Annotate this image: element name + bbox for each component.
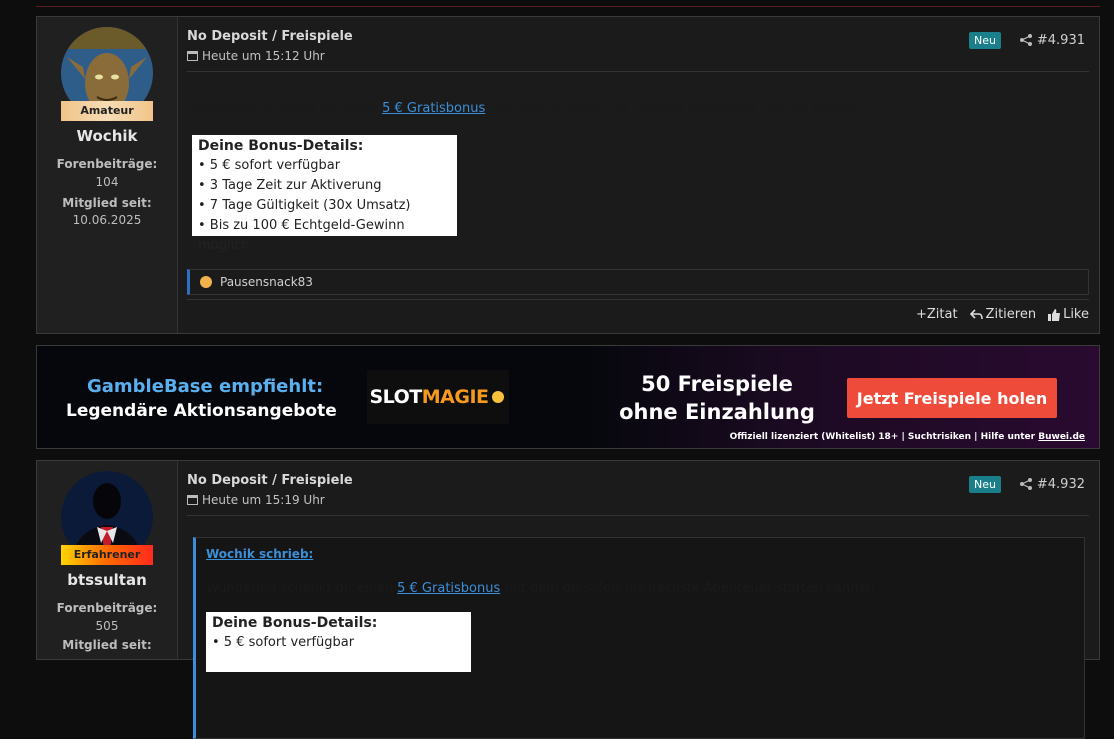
user-rank-badge: Amateur (61, 101, 153, 121)
disclaimer-text: Offiziell lizenziert (Whitelist) 18+ | S… (729, 432, 1039, 442)
reply-icon (969, 309, 983, 320)
divider (187, 71, 1089, 72)
posts-count-label: Forenbeiträge: (56, 157, 158, 171)
slotmagie-logo: SLOT MAGIE (367, 370, 509, 424)
bonus-link[interactable]: 5 € Gratisbonus (382, 101, 485, 116)
banner-headline: 50 Freispiele (641, 372, 793, 396)
like-label: Like (1063, 307, 1089, 322)
post-text-part: mit dem du sofort ins nächste Abenteuer … (485, 101, 861, 116)
bonus-details-box: Deine Bonus-Details: • 5 € sofort verfüg… (206, 612, 471, 672)
share-icon[interactable] (1019, 477, 1033, 491)
user-info-panel: Amateur Wochik Forenbeiträge: 104 Mitgli… (37, 17, 178, 333)
banner-recommend: GambleBase empfiehlt: (87, 376, 324, 397)
top-separator (36, 0, 1100, 7)
bonus-details-title: Deine Bonus-Details: (212, 615, 378, 631)
calendar-icon (187, 495, 198, 505)
buwei-link[interactable]: Buwei.de (1038, 432, 1085, 442)
forum-post: Erfahrener btssultan Forenbeiträge: 505 … (36, 460, 1100, 739)
username[interactable]: Wochik (37, 127, 177, 145)
bonus-item: • 5 € sofort verfügbar (198, 158, 341, 173)
bonus-item: • 7 Tage Gültigkeit (30x Umsatz) (198, 198, 411, 213)
member-since-value: 10.06.2025 (72, 213, 142, 227)
post-date-text: Heute um 15:12 Uhr (202, 49, 325, 63)
post-date-text: Heute um 15:19 Uhr (202, 493, 325, 507)
divider (187, 299, 1089, 300)
reply-label: Zitieren (985, 307, 1037, 322)
share-icon[interactable] (1019, 33, 1033, 47)
bonus-details-box: Deine Bonus-Details: • 5 € sofort verfüg… (192, 135, 457, 253)
reactions-bar[interactable]: Pausensnack83 (187, 269, 1089, 295)
posts-count-value: 505 (95, 619, 119, 633)
quote-author-link[interactable]: Wochik schrieb: (206, 547, 313, 561)
thumbs-up-icon (1048, 308, 1061, 321)
post-date[interactable]: Heute um 15:19 Uhr (187, 493, 325, 507)
reaction-user[interactable]: Pausensnack83 (220, 275, 313, 289)
post-actions: +Zitat Zitieren Like (916, 307, 1089, 322)
posts-count-label: Forenbeiträge: (56, 601, 158, 615)
bonus-link[interactable]: 5 € Gratisbonus (397, 581, 500, 596)
user-info-panel: Erfahrener btssultan Forenbeiträge: 505 … (37, 461, 178, 659)
post-title[interactable]: No Deposit / Freispiele (187, 473, 353, 488)
banner-subline: Legendäre Aktionsangebote (66, 401, 337, 421)
post-title[interactable]: No Deposit / Freispiele (187, 29, 353, 44)
divider (187, 515, 1089, 516)
member-since-label: Mitglied seit: (62, 196, 152, 210)
post-number-link[interactable]: #4.932 (1037, 477, 1085, 492)
logo-text: MAGIE (421, 386, 489, 408)
quote-text: Wunderino schenkt dir einen 5 € Gratisbo… (206, 581, 875, 596)
ad-banner[interactable]: GambleBase empfiehlt: Legendäre Aktionsa… (36, 345, 1100, 449)
quote-text-part: mit dem du sofort ins nächste Abenteuer … (500, 581, 876, 596)
posts-count-value: 104 (95, 175, 119, 189)
banner-headline: ohne Einzahlung (619, 400, 815, 424)
like-button[interactable]: Like (1048, 307, 1089, 322)
post-text-part: Wunderino schenkt dir einen (191, 101, 383, 116)
quote-block: Wochik schrieb: Wunderino schenkt dir ei… (193, 537, 1085, 739)
member-since-label: Mitglied seit: (62, 638, 152, 652)
post-date[interactable]: Heute um 15:12 Uhr (187, 49, 325, 63)
calendar-icon (187, 51, 198, 61)
user-rank-badge: Erfahrener (61, 545, 153, 565)
bonus-details-title: Deine Bonus-Details: (198, 138, 364, 154)
star-icon (491, 391, 504, 403)
bonus-item: • 5 € sofort verfügbar (212, 635, 355, 650)
bonus-item: • Bis zu 100 € Echtgeld-Gewinn möglich (198, 218, 405, 253)
forum-post: Amateur Wochik Forenbeiträge: 104 Mitgli… (36, 16, 1100, 334)
cta-button[interactable]: Jetzt Freispiele holen (847, 378, 1057, 418)
bonus-item: • 3 Tage Zeit zur Aktiverung (198, 178, 382, 193)
banner-disclaimer: Offiziell lizenziert (Whitelist) 18+ | S… (730, 432, 1085, 442)
new-badge: Neu (969, 476, 1001, 493)
post-text: Wunderino schenkt dir einen 5 € Gratisbo… (191, 101, 860, 116)
username[interactable]: btssultan (37, 571, 177, 589)
logo-text: SLOT (369, 386, 423, 408)
new-badge: Neu (969, 32, 1001, 49)
post-number-link[interactable]: #4.931 (1037, 33, 1085, 48)
wow-emoji-icon (200, 276, 212, 288)
reply-button[interactable]: Zitieren (969, 307, 1037, 322)
quote-text-part: Wunderino schenkt dir einen (206, 581, 398, 596)
multi-quote-button[interactable]: +Zitat (916, 307, 958, 322)
